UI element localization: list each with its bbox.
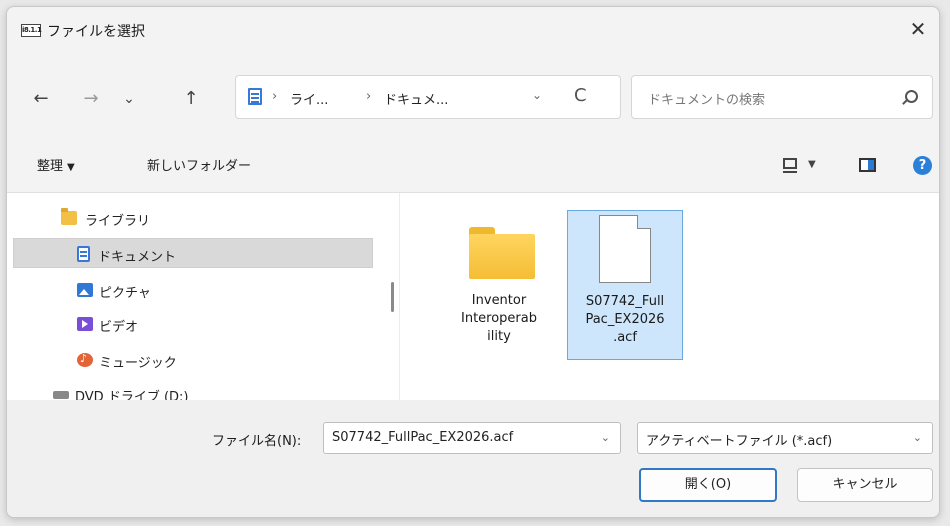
breadcrumb-separator: › — [366, 89, 372, 104]
chevron-down-icon[interactable]: ⌄ — [913, 431, 922, 444]
search-input[interactable]: ドキュメントの検索 — [648, 89, 765, 108]
dialog-footer: ファイル名(N): S07742_FullPac_EX2026.acf ⌄ アク… — [7, 400, 939, 517]
library-icon — [61, 208, 77, 225]
nav-item-label: ライブラリ — [85, 214, 151, 229]
filetype-select[interactable]: アクティベートファイル (*.acf) ⌄ — [637, 422, 933, 454]
cancel-button[interactable]: キャンセル — [797, 468, 933, 502]
chevron-down-icon[interactable]: ⌄ — [601, 431, 610, 444]
nav-item-libraries[interactable]: ライブラリ — [13, 203, 373, 233]
open-button[interactable]: 開く(O) — [639, 468, 777, 502]
navigation-bar: ← → ⌄ ↑ › ライ... › ドキュメ... ⌄ C ドキュメントの検索 — [7, 75, 939, 121]
videos-icon — [77, 317, 93, 331]
forward-icon[interactable]: → — [79, 87, 103, 111]
back-icon[interactable]: ← — [29, 87, 53, 111]
file-name: S07742_Full Pac_EX2026 .acf — [585, 294, 665, 345]
pictures-icon — [77, 283, 93, 297]
search-box[interactable]: ドキュメントの検索 — [631, 75, 933, 119]
file-open-dialog: i8.1.1 ファイルを選択 ✕ ← → ⌄ ↑ › ライ... › ドキュメ.… — [6, 6, 940, 518]
navigation-pane: ライブラリ ドキュメント ピクチャ ビデオ ミュージック — [7, 193, 400, 400]
address-bar[interactable]: › ライ... › ドキュメ... ⌄ C — [235, 75, 621, 119]
help-icon[interactable]: ? — [913, 156, 932, 175]
documents-icon — [248, 88, 262, 105]
nav-pane-scrollbar[interactable] — [391, 282, 394, 312]
nav-item-dvd-drive[interactable]: DVD ドライブ (D:) — [13, 379, 373, 400]
nav-item-label: DVD ドライブ (D:) — [75, 390, 189, 400]
dialog-title: ファイルを選択 — [47, 24, 145, 40]
breadcrumb-documents[interactable]: ドキュメ... — [384, 89, 448, 108]
view-options-icon[interactable] — [783, 158, 797, 173]
nav-item-label: ピクチャ — [99, 286, 151, 301]
file-item-acf[interactable]: S07742_Full Pac_EX2026 .acf — [567, 210, 683, 360]
filename-value[interactable]: S07742_FullPac_EX2026.acf — [332, 430, 513, 445]
search-icon[interactable] — [905, 90, 918, 103]
title-bar: i8.1.1 ファイルを選択 ✕ — [7, 7, 939, 51]
filename-input[interactable]: S07742_FullPac_EX2026.acf ⌄ — [323, 422, 621, 454]
nav-item-pictures[interactable]: ピクチャ — [13, 275, 373, 305]
up-icon[interactable]: ↑ — [179, 87, 203, 111]
organize-label: 整理 — [37, 159, 64, 174]
file-list: Inventor Interoperab ility S07742_Full P… — [405, 193, 939, 400]
filename-label: ファイル名(N): — [212, 434, 302, 449]
new-folder-button[interactable]: 新しいフォルダー — [147, 155, 251, 174]
nav-item-label: ビデオ — [99, 320, 139, 335]
preview-pane-icon[interactable] — [859, 158, 876, 172]
nav-item-label: ドキュメント — [98, 250, 177, 265]
file-item-inventor-interoperability[interactable]: Inventor Interoperab ility — [441, 210, 557, 360]
organize-menu[interactable]: 整理 ▼ — [37, 155, 75, 174]
nav-item-documents[interactable]: ドキュメント — [13, 238, 373, 268]
chevron-down-icon: ▼ — [67, 162, 75, 173]
file-name: Inventor Interoperab ility — [461, 293, 537, 344]
music-icon — [77, 352, 93, 367]
app-icon: i8.1.1 — [21, 24, 42, 37]
command-bar: 整理 ▼ 新しいフォルダー ▼ ? — [7, 147, 939, 181]
nav-item-label: ミュージック — [99, 356, 177, 371]
nav-item-music[interactable]: ミュージック — [13, 345, 373, 375]
content-area: ライブラリ ドキュメント ピクチャ ビデオ ミュージック — [7, 192, 939, 401]
documents-icon — [77, 246, 90, 262]
nav-item-videos[interactable]: ビデオ — [13, 309, 373, 339]
chevron-down-icon[interactable]: ▼ — [808, 159, 816, 170]
dvd-drive-icon — [53, 391, 69, 399]
close-icon[interactable]: ✕ — [903, 15, 933, 43]
file-icon — [599, 215, 651, 283]
filetype-value: アクティベートファイル (*.acf) — [646, 434, 833, 449]
breadcrumb-libraries[interactable]: ライ... — [290, 89, 328, 108]
breadcrumb-separator: › — [272, 89, 278, 104]
address-dropdown-icon[interactable]: ⌄ — [532, 88, 542, 102]
recent-locations-icon[interactable]: ⌄ — [117, 87, 141, 111]
folder-icon — [469, 227, 535, 279]
refresh-icon[interactable]: C — [574, 85, 587, 106]
